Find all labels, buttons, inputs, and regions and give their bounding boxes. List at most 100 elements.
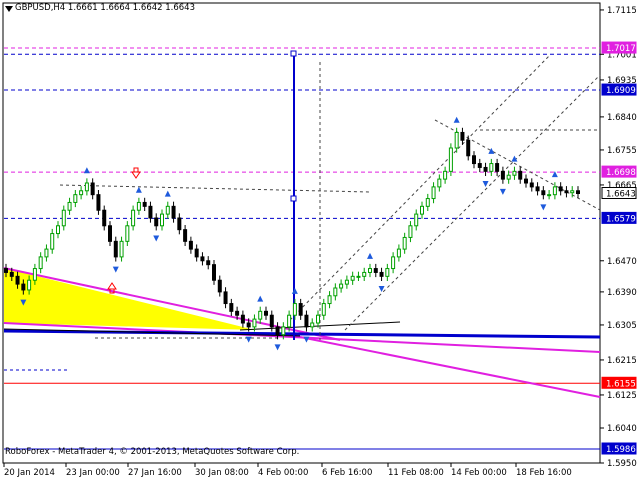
x-tick-label: 20 Jan 2014 xyxy=(4,468,55,478)
candle-body xyxy=(183,229,188,242)
price-badge-label: 1.6579 xyxy=(606,214,636,224)
candle-body xyxy=(443,170,448,180)
candle-body xyxy=(460,131,465,141)
candle-body xyxy=(298,303,303,316)
y-tick-label: 1.6040 xyxy=(607,424,637,434)
candle-body xyxy=(431,186,436,200)
x-tick-label: 27 Jan 16:00 xyxy=(128,468,182,478)
candle-body xyxy=(425,198,430,207)
candle-body xyxy=(96,194,101,211)
candle-body xyxy=(350,275,355,281)
candle-body xyxy=(269,314,274,328)
candle-body xyxy=(495,163,500,172)
candle-body xyxy=(396,248,401,258)
candle-body xyxy=(391,256,396,270)
candle-body xyxy=(188,240,193,250)
y-tick-label: 1.6755 xyxy=(607,146,637,156)
candle-body xyxy=(333,287,338,297)
candle-body xyxy=(84,182,89,192)
candle-body xyxy=(102,209,107,227)
candle-body xyxy=(321,303,326,316)
candle-body xyxy=(38,256,43,270)
candle-body xyxy=(506,174,511,180)
chart-title: GBPUSD,H4 1.6661 1.6664 1.6642 1.6643 xyxy=(15,3,195,13)
price-badge-label: 1.6643 xyxy=(606,190,636,200)
candle-body xyxy=(379,271,384,277)
candle-body xyxy=(15,275,20,285)
y-tick-label: 1.6215 xyxy=(607,356,637,366)
candle-body xyxy=(552,186,557,196)
candle-body xyxy=(9,271,14,277)
candle-body xyxy=(472,155,476,165)
x-tick-label: 23 Jan 00:00 xyxy=(66,468,120,478)
candle-body xyxy=(90,182,95,196)
y-tick-label: 1.6390 xyxy=(607,288,637,298)
candle-body xyxy=(292,303,297,316)
candle-body xyxy=(21,283,26,291)
candle-body xyxy=(454,131,459,149)
candle-body xyxy=(194,248,199,258)
candle-body xyxy=(437,178,442,188)
candle-body xyxy=(576,190,580,194)
x-tick-label: 11 Feb 08:00 xyxy=(388,468,444,478)
candle-body xyxy=(61,209,66,227)
candle-body xyxy=(373,268,378,273)
x-tick-label: 14 Feb 00:00 xyxy=(451,468,507,478)
candle-body xyxy=(547,194,552,197)
candle-body xyxy=(44,248,49,258)
y-tick-label: 1.6470 xyxy=(607,257,637,267)
candle-body xyxy=(339,283,344,289)
candle-body xyxy=(414,213,419,227)
candle-body xyxy=(564,190,569,194)
candle-body xyxy=(356,275,361,278)
y-tick-label: 1.6840 xyxy=(607,113,637,123)
candle-body xyxy=(512,170,517,176)
plot-area[interactable] xyxy=(2,2,601,464)
candle-body xyxy=(177,217,182,231)
candle-body xyxy=(304,314,309,328)
candle-body xyxy=(281,326,286,336)
candle-body xyxy=(466,139,471,157)
candle-body xyxy=(142,201,147,207)
candle-body xyxy=(125,225,130,242)
candle-body xyxy=(402,236,407,250)
candle-body xyxy=(529,182,534,188)
candle-body xyxy=(56,225,60,235)
candle-body xyxy=(275,326,280,336)
candle-body xyxy=(154,217,159,227)
candle-body xyxy=(368,268,372,273)
y-tick-label: 1.6305 xyxy=(607,321,637,331)
candle-body xyxy=(212,264,216,281)
candle-body xyxy=(32,268,37,281)
candle-body xyxy=(113,240,118,258)
candle-body xyxy=(246,322,251,328)
chart-canvas[interactable]: 1.71151.70011.69351.68401.67551.66651.64… xyxy=(0,0,640,480)
candle-body xyxy=(50,233,55,250)
candle-body xyxy=(252,318,257,328)
candle-body xyxy=(489,163,494,172)
candle-body xyxy=(4,268,8,273)
price-axis[interactable]: 1.71151.70011.69351.68401.67551.66651.64… xyxy=(600,6,637,469)
price-badge-label: 1.6909 xyxy=(606,86,636,96)
candle-body xyxy=(148,205,153,219)
candle-body xyxy=(344,279,349,285)
candle-body xyxy=(570,190,575,194)
candle-body xyxy=(310,322,315,328)
y-tick-label: 1.5950 xyxy=(607,459,637,469)
candle-body xyxy=(240,314,245,324)
candle-body xyxy=(200,256,205,262)
candle-body xyxy=(108,225,112,242)
price-badge-label: 1.6698 xyxy=(606,168,636,178)
candle-body xyxy=(518,170,523,180)
time-axis[interactable]: 20 Jan 2014 23 Jan 00:00 27 Jan 16:00 30 Ja… xyxy=(3,463,572,478)
candle-body xyxy=(327,295,332,305)
price-badge-label: 1.7017 xyxy=(606,44,636,54)
candle-body xyxy=(420,205,424,215)
candle-body xyxy=(119,240,124,258)
candle-body xyxy=(558,186,563,192)
candle-body xyxy=(448,147,453,172)
candle-body xyxy=(408,225,413,238)
candle-body xyxy=(136,201,141,211)
candle-body xyxy=(235,310,240,316)
copyright-footer: RoboForex - MetaTrader 4, © 2001-2013, M… xyxy=(5,447,300,457)
